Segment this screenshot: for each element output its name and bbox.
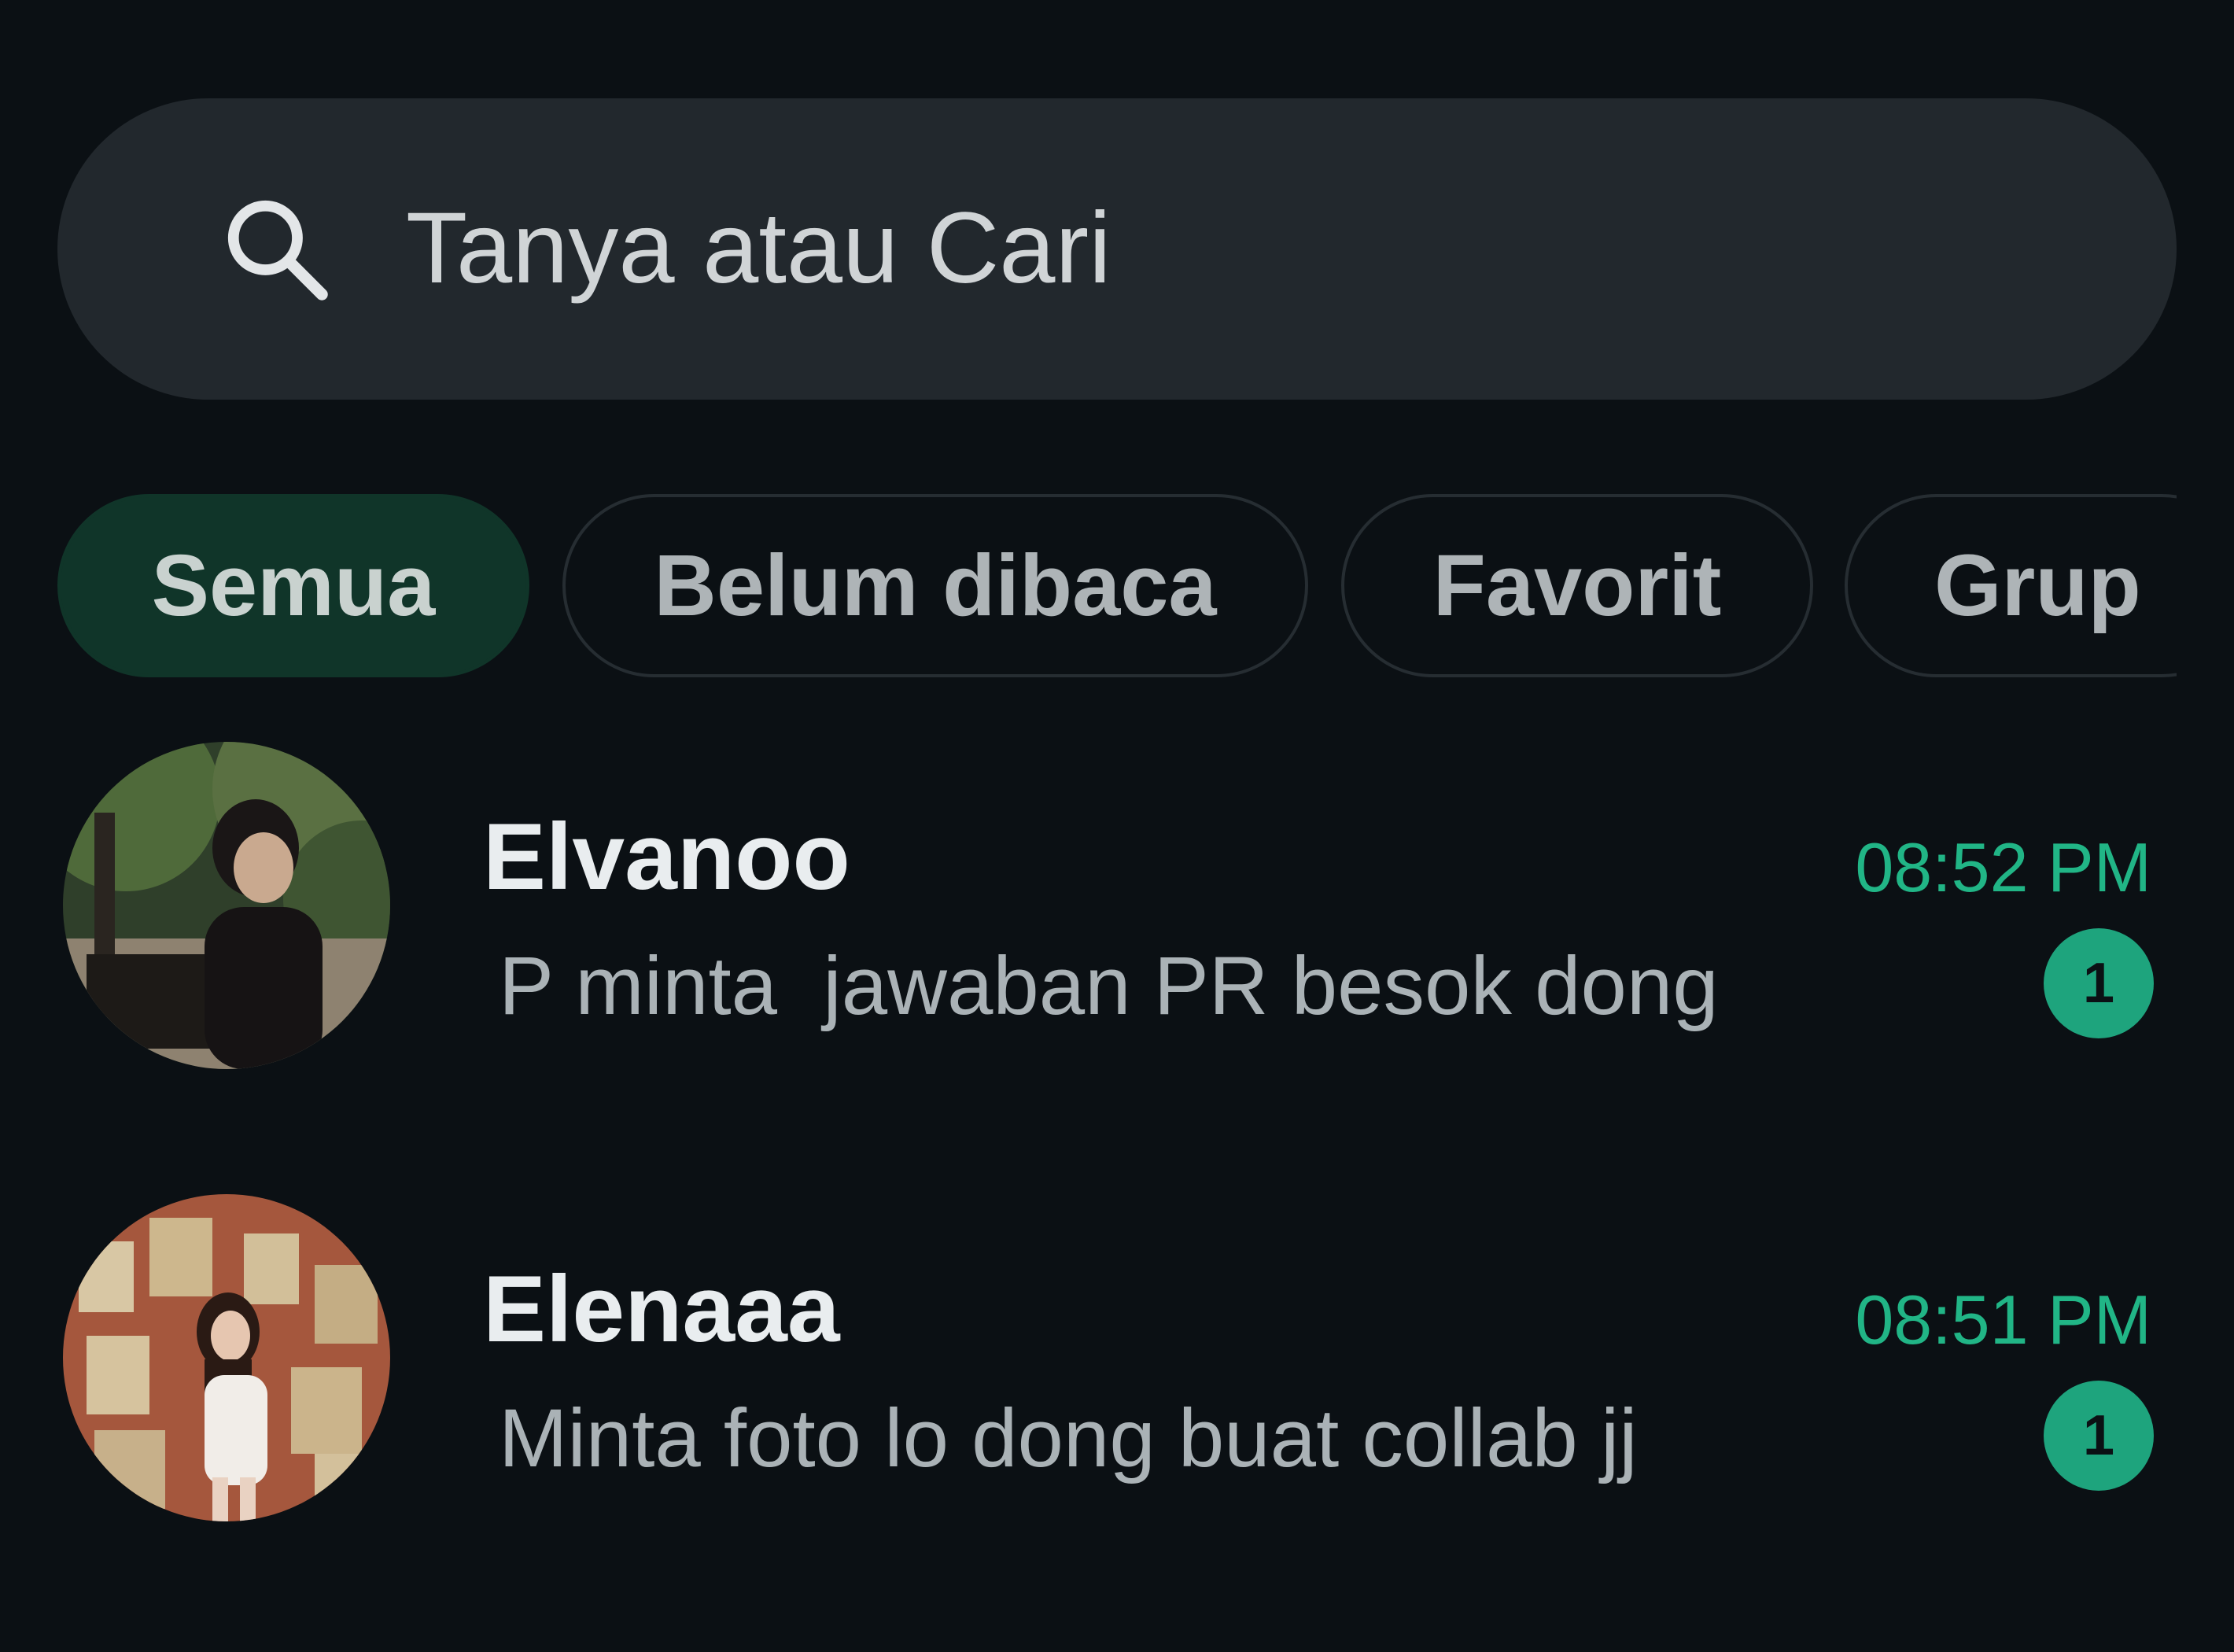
chat-time: 08:52 PM [1855, 828, 2151, 906]
filter-chip-favorit[interactable]: Favorit [1341, 494, 1813, 677]
search-icon [227, 200, 328, 301]
chat-preview: Minta foto lo dong buat collab jj [499, 1392, 1638, 1484]
chat-name: Elvanoo [483, 804, 850, 909]
chat-row[interactable]: Elenaaa 08:51 PM Minta foto lo dong buat… [0, 1192, 2234, 1617]
search-input[interactable] [406, 169, 2058, 326]
filter-chip-grup[interactable]: Grup [1845, 494, 2177, 677]
avatar[interactable] [63, 742, 390, 1069]
chat-preview: P minta jawaban PR besok dong [499, 940, 1719, 1032]
chat-row[interactable]: Elvanoo 08:52 PM P minta jawaban PR beso… [0, 739, 2234, 1164]
avatar[interactable] [63, 1194, 390, 1521]
unread-badge: 1 [2044, 928, 2154, 1038]
filter-chip-belum-dibaca[interactable]: Belum dibaca [562, 494, 1308, 677]
chat-time: 08:51 PM [1855, 1281, 2151, 1359]
chat-name: Elenaaa [483, 1256, 840, 1362]
filter-chips: Semua Belum dibaca Favorit Grup [57, 494, 2177, 677]
filter-chip-semua[interactable]: Semua [57, 494, 529, 677]
search-bar[interactable] [57, 98, 2177, 400]
unread-badge: 1 [2044, 1381, 2154, 1491]
